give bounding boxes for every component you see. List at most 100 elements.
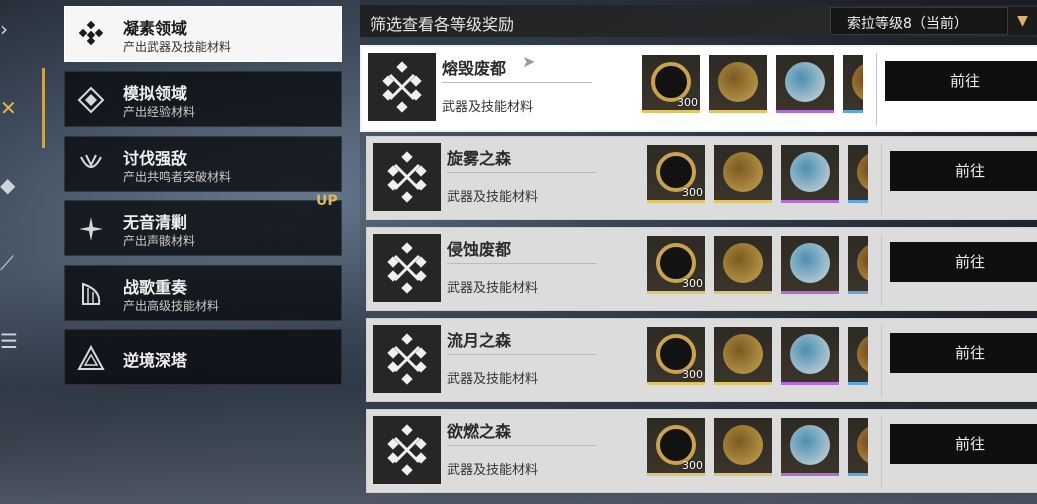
chevron-right-icon[interactable]: › — [0, 16, 20, 42]
domain-name: 欲燃之森 — [447, 422, 512, 441]
reward-item[interactable] — [781, 418, 839, 476]
category-echo[interactable]: 无音清剿 产出声骸材料 — [64, 200, 342, 256]
category-simulation[interactable]: 模拟领域 产出经验材料 — [64, 71, 342, 127]
category-tower[interactable]: 逆境深塔 — [64, 329, 342, 385]
reward-item[interactable] — [714, 145, 772, 203]
domain-subtitle: 武器及技能材料 — [447, 372, 539, 387]
simulation-icon — [75, 84, 107, 116]
category-reprise[interactable]: 战歌重奏 产出高级技能材料 — [64, 265, 342, 321]
category-subtitle: 产出共鸣者突破材料 — [123, 170, 232, 184]
domain-emblem-icon — [373, 143, 441, 211]
level-select[interactable]: 索拉等级8（当前） — [830, 7, 1008, 35]
rarity-stripe — [781, 291, 839, 294]
domain-subtitle: 武器及技能材料 — [447, 190, 539, 205]
reward-item[interactable] — [843, 55, 863, 113]
domain-row[interactable]: 旋雾之森武器及技能材料 300 前往 — [366, 136, 1037, 220]
reward-item[interactable] — [714, 236, 772, 294]
crossed-swords-icon[interactable]: ✕ — [0, 95, 20, 121]
reward-quantity: 300 — [682, 186, 703, 199]
diamond-icon[interactable]: ◆ — [0, 172, 20, 198]
go-button[interactable]: 前往 — [890, 151, 1037, 191]
go-button[interactable]: 前往 — [890, 333, 1037, 373]
rarity-stripe — [709, 110, 767, 113]
category-title: 凝素领域 — [123, 19, 188, 38]
filter-title: 筛选查看各等级奖励 — [370, 15, 515, 34]
rarity-stripe — [781, 200, 839, 203]
material-icon — [718, 62, 758, 102]
reward-item[interactable]: 300 — [647, 236, 705, 294]
domain-emblem-icon — [373, 416, 441, 484]
domain-row[interactable]: 欲燃之森武器及技能材料 300 前往 — [366, 409, 1037, 493]
reward-item[interactable] — [848, 327, 868, 385]
divider — [881, 143, 882, 215]
domain-row[interactable]: 熔毁废都 ➤ 武器及技能材料 300 前往 — [360, 45, 1037, 132]
material-icon — [723, 243, 763, 283]
rarity-stripe — [781, 473, 839, 476]
claw-icon[interactable]: ⟋ — [0, 250, 20, 276]
reward-item[interactable] — [848, 418, 868, 476]
reward-item[interactable] — [714, 418, 772, 476]
category-subtitle: 产出高级技能材料 — [123, 299, 220, 313]
material-icon — [723, 425, 763, 465]
reward-item[interactable]: 300 — [647, 145, 705, 203]
domain-name: 流月之森 — [447, 331, 512, 350]
domain-name: 侵蚀废都 — [447, 240, 512, 259]
rarity-stripe — [714, 291, 772, 294]
reward-item[interactable] — [709, 55, 767, 113]
category-forgery[interactable]: 凝素领域 产出武器及技能材料 — [64, 6, 342, 62]
material-icon — [785, 62, 825, 102]
category-boss[interactable]: 讨伐强敌 产出共鸣者突破材料 — [64, 136, 342, 192]
rarity-stripe — [647, 382, 705, 385]
go-button[interactable]: 前往 — [890, 242, 1037, 282]
sparkle-icon — [75, 213, 107, 245]
chevron-down-icon[interactable]: ▼ — [1008, 7, 1037, 35]
divider — [876, 53, 877, 125]
reward-item[interactable] — [781, 236, 839, 294]
domain-emblem-icon — [368, 53, 436, 121]
rarity-stripe — [647, 291, 705, 294]
domain-emblem-icon — [373, 234, 441, 302]
reward-quantity: 300 — [682, 368, 703, 381]
domain-name: 熔毁废都 — [442, 59, 507, 78]
rarity-stripe — [848, 291, 868, 294]
side-rail: › ✕ ◆ ⟋ ☰ — [0, 0, 45, 504]
domain-name: 旋雾之森 — [447, 149, 512, 168]
tower-icon — [75, 342, 107, 374]
divider — [447, 263, 597, 264]
rarity-stripe — [843, 110, 863, 113]
reward-item[interactable]: 300 — [647, 418, 705, 476]
boss-icon — [75, 149, 107, 181]
reward-item[interactable] — [714, 327, 772, 385]
domain-row[interactable]: 流月之森武器及技能材料 300 前往 — [366, 318, 1037, 402]
material-icon — [857, 243, 868, 283]
domain-row[interactable]: 侵蚀废都武器及技能材料 300 前往 — [366, 227, 1037, 311]
domain-subtitle: 武器及技能材料 — [447, 463, 539, 478]
material-icon — [852, 62, 863, 102]
category-title: 逆境深塔 — [123, 351, 188, 370]
reward-item[interactable]: 300 — [647, 327, 705, 385]
reward-item[interactable] — [848, 236, 868, 294]
divider — [442, 82, 592, 83]
reward-item[interactable] — [848, 145, 868, 203]
reward-quantity: 300 — [682, 459, 703, 472]
reward-item[interactable]: 300 — [642, 55, 700, 113]
rarity-stripe — [781, 382, 839, 385]
menu-icon[interactable]: ☰ — [0, 328, 20, 354]
go-button[interactable]: 前往 — [885, 61, 1037, 101]
reward-item[interactable] — [781, 145, 839, 203]
rarity-stripe — [714, 382, 772, 385]
harp-icon — [75, 278, 107, 310]
reward-quantity: 300 — [677, 96, 698, 109]
divider — [447, 445, 597, 446]
material-icon — [723, 152, 763, 192]
material-icon — [790, 243, 830, 283]
category-subtitle: 产出武器及技能材料 — [123, 40, 232, 54]
category-title: 讨伐强敌 — [123, 149, 188, 168]
reward-item[interactable] — [776, 55, 834, 113]
go-button[interactable]: 前往 — [890, 424, 1037, 464]
pointer-cursor-icon: ➤ — [522, 52, 536, 71]
material-icon — [790, 425, 830, 465]
category-title: 模拟领域 — [123, 84, 188, 103]
reward-item[interactable] — [781, 327, 839, 385]
domain-subtitle: 武器及技能材料 — [447, 281, 539, 296]
